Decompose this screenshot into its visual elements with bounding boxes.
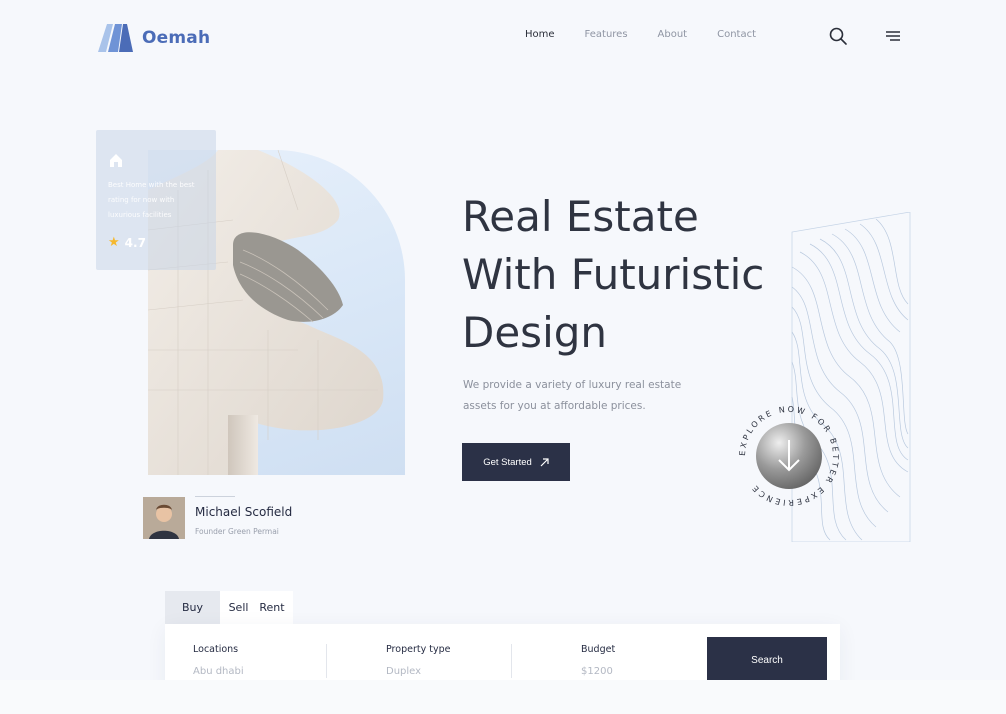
budget-label: Budget: [581, 644, 616, 655]
home-icon: [110, 154, 122, 167]
rating-value: 4.7: [124, 235, 146, 250]
location-value[interactable]: Abu dhabi: [193, 666, 244, 677]
nav-about[interactable]: About: [658, 29, 688, 40]
avatar: [143, 497, 185, 539]
tab-rent[interactable]: Rent: [257, 591, 293, 624]
budget-value[interactable]: $1200: [581, 666, 615, 677]
tab-buy[interactable]: Buy: [165, 591, 220, 624]
rating: ★ 4.7: [108, 235, 204, 250]
hero-title-line-2: With Futuristic: [462, 250, 765, 299]
arrow-up-right-icon: [540, 457, 549, 466]
hero-title-line-1: Real Estate: [462, 192, 699, 241]
property-type-field[interactable]: Property type Duplex: [386, 644, 450, 677]
landing-page: Oemah Home Features About Contact Best H…: [0, 0, 1006, 714]
search-button[interactable]: Search: [707, 637, 827, 683]
star-icon: ★: [108, 235, 120, 250]
card-description: Best Home with the best rating for now w…: [108, 181, 195, 219]
explore-badge[interactable]: EXPLORE NOW FOR BETTER EXPERIENCE: [733, 400, 845, 512]
founder-name: Michael Scofield: [195, 505, 293, 519]
logo[interactable]: Oemah: [98, 24, 210, 52]
property-type-value[interactable]: Duplex: [386, 666, 450, 677]
logo-mark-icon: [98, 24, 133, 52]
budget-field[interactable]: Budget $1200: [581, 644, 615, 677]
get-started-label: Get Started: [483, 456, 532, 468]
listing-tabs: Buy Sell Rent: [165, 591, 293, 624]
rating-card: Best Home with the best rating for now w…: [96, 130, 216, 270]
hero-title: Real Estate With Futuristic Design: [462, 188, 842, 362]
search-icon[interactable]: [828, 26, 848, 46]
location-field[interactable]: Locations Abu dhabi: [193, 644, 244, 677]
location-label: Locations: [193, 644, 239, 655]
field-divider: [511, 644, 512, 678]
brand-name: Oemah: [142, 28, 211, 48]
nav-contact[interactable]: Contact: [717, 29, 756, 40]
founder-role: Founder Green Permai: [195, 527, 279, 536]
nav-home[interactable]: Home: [525, 29, 555, 40]
founder: Michael Scofield Founder Green Permai: [143, 497, 292, 539]
hero-description: We provide a variety of luxury real esta…: [463, 379, 682, 412]
menu-icon[interactable]: [884, 28, 902, 44]
main-nav: Home Features About Contact: [525, 29, 786, 40]
page-footer-band: [0, 680, 1006, 714]
nav-features[interactable]: Features: [585, 29, 628, 40]
field-divider: [326, 644, 327, 678]
tab-sell[interactable]: Sell: [220, 591, 257, 624]
hero-title-line-3: Design: [462, 308, 608, 357]
get-started-button[interactable]: Get Started: [462, 443, 570, 481]
property-type-label: Property type: [386, 644, 451, 655]
